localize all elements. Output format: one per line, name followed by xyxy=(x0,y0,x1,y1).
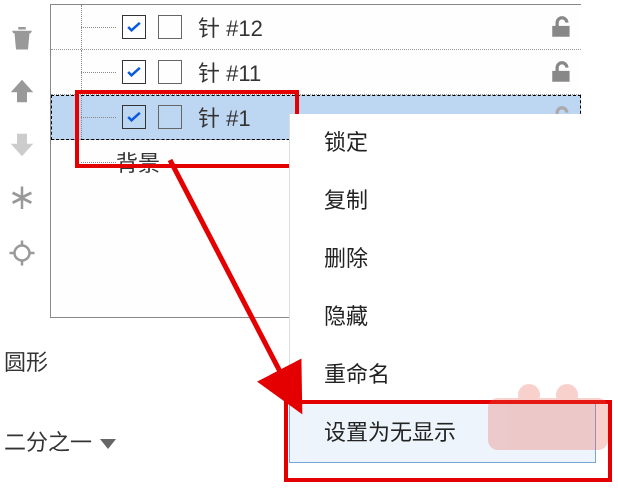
crosshair-icon[interactable] xyxy=(7,236,37,270)
menu-lock[interactable]: 锁定 xyxy=(290,114,595,172)
chevron-down-icon xyxy=(100,439,116,449)
menu-delete[interactable]: 删除 xyxy=(290,230,595,288)
layer-row[interactable]: 针 #11 xyxy=(51,50,581,95)
secondary-checkbox[interactable] xyxy=(158,15,182,39)
lock-icon[interactable] xyxy=(549,59,575,85)
visibility-checkbox[interactable] xyxy=(122,15,146,39)
layer-row[interactable]: 针 #12 xyxy=(51,5,581,50)
layer-label: 背景 xyxy=(116,146,160,178)
visibility-checkbox[interactable] xyxy=(122,60,146,84)
fraction-dropdown[interactable]: 二分之一 xyxy=(4,425,116,457)
menu-rename[interactable]: 重命名 xyxy=(290,346,595,404)
layer-label: 针 #11 xyxy=(198,56,261,88)
visibility-checkbox[interactable] xyxy=(122,105,146,129)
lock-icon[interactable] xyxy=(549,14,575,40)
layer-label: 针 #12 xyxy=(198,11,263,43)
arrow-down-icon[interactable] xyxy=(7,128,37,162)
layer-label: 针 #1 xyxy=(198,101,251,133)
shape-dropdown[interactable]: 圆形 xyxy=(4,345,48,377)
arrow-up-icon[interactable] xyxy=(7,74,37,108)
asterisk-icon[interactable] xyxy=(7,182,37,216)
left-toolbar xyxy=(2,20,42,270)
secondary-checkbox[interactable] xyxy=(158,105,182,129)
menu-copy[interactable]: 复制 xyxy=(290,172,595,230)
watermark xyxy=(488,398,608,450)
shape-label: 圆形 xyxy=(4,350,48,375)
trash-icon[interactable] xyxy=(7,20,37,54)
secondary-checkbox[interactable] xyxy=(158,60,182,84)
menu-hide[interactable]: 隐藏 xyxy=(290,288,595,346)
fraction-label: 二分之一 xyxy=(4,430,92,455)
